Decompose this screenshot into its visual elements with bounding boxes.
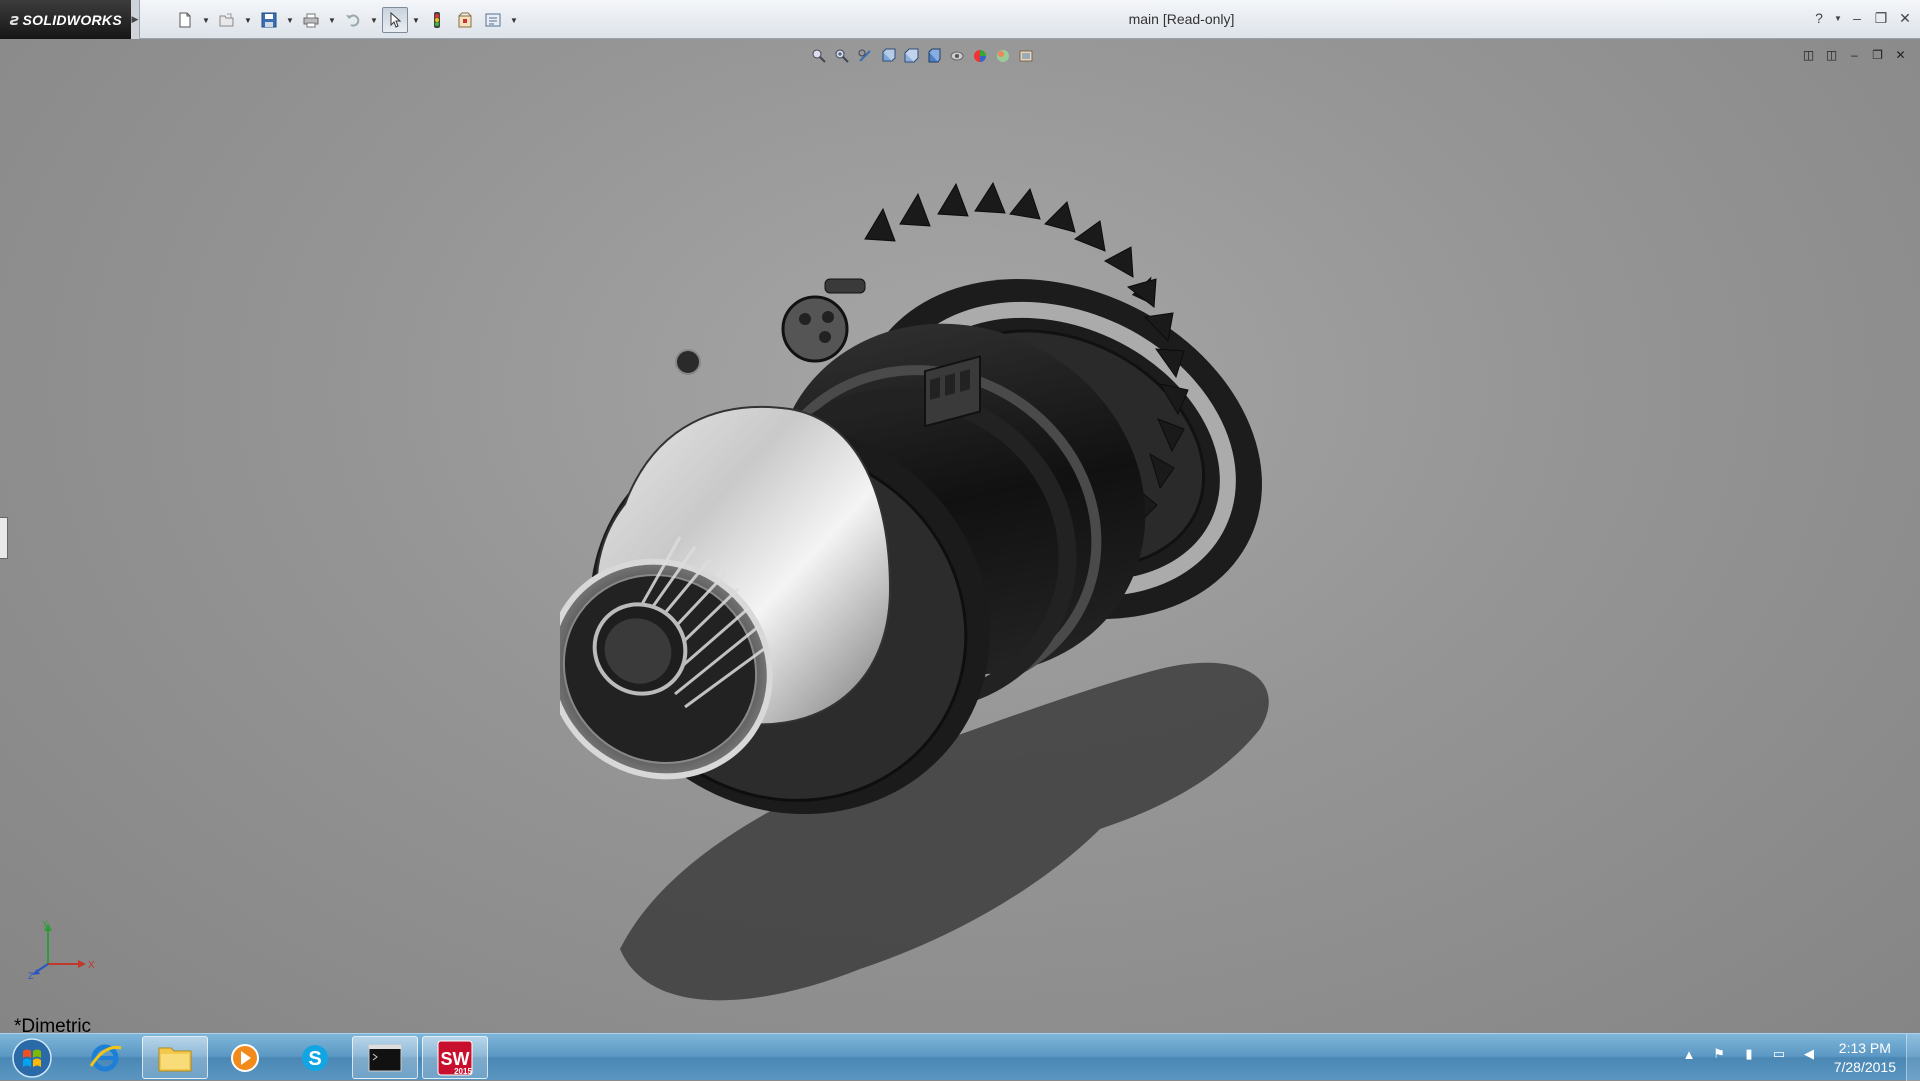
- clock-time: 2:13 PM: [1838, 1040, 1891, 1056]
- select-icon[interactable]: [382, 7, 408, 33]
- taskbar-pinned-apps: S SW 2015: [72, 1036, 488, 1079]
- system-clock[interactable]: 2:13 PM 7/28/2015: [1834, 1039, 1896, 1077]
- viewport-window-controls: ◫ ◫ – ❐ ✕: [1801, 47, 1908, 62]
- save-icon[interactable]: [256, 7, 282, 33]
- view-orientation-icon[interactable]: [902, 47, 920, 65]
- options-dropdown[interactable]: ▼: [508, 7, 520, 33]
- solidworks-taskbar-icon[interactable]: SW 2015: [422, 1036, 488, 1079]
- print-icon[interactable]: [298, 7, 324, 33]
- help-icon[interactable]: ?: [1810, 9, 1828, 27]
- new-document-icon[interactable]: [172, 7, 198, 33]
- network-icon[interactable]: ▭: [1770, 1045, 1788, 1063]
- show-desktop-button[interactable]: [1906, 1034, 1920, 1081]
- action-center-flag-icon[interactable]: ⚑: [1710, 1045, 1728, 1063]
- y-axis-label: Y: [42, 919, 48, 929]
- print-dropdown[interactable]: ▼: [326, 7, 338, 33]
- open-icon[interactable]: [214, 7, 240, 33]
- title-bar: ƨ SOLIDWORKS ▶ ▼ ▼ ▼ ▼ ▼ ▼ ▼ main [Read-…: [0, 0, 1920, 39]
- select-dropdown[interactable]: ▼: [410, 7, 422, 33]
- previous-view-icon[interactable]: [856, 47, 874, 65]
- zoom-to-area-icon[interactable]: [833, 47, 851, 65]
- brand-name: SOLIDWORKS: [22, 11, 122, 28]
- split-horizontal-icon[interactable]: ◫: [1801, 47, 1816, 62]
- save-dropdown[interactable]: ▼: [284, 7, 296, 33]
- restore-icon[interactable]: ❐: [1872, 9, 1890, 27]
- heads-up-view-toolbar: [810, 47, 1035, 65]
- window-controls: ? ▼ – ❐ ✕: [1810, 9, 1914, 27]
- ds-logo-icon: ƨ: [10, 10, 20, 29]
- options-icon[interactable]: [480, 7, 506, 33]
- viewport-close-icon[interactable]: ✕: [1893, 47, 1908, 62]
- svg-text:S: S: [308, 1048, 321, 1070]
- view-settings-icon[interactable]: [1017, 47, 1035, 65]
- windows-taskbar: S SW 2015 ▲ ⚑ ▮ ▭ ◀ 2:13 PM 7/28/2015: [0, 1033, 1920, 1081]
- quick-access-toolbar: ▼ ▼ ▼ ▼ ▼ ▼ ▼: [172, 7, 520, 33]
- section-view-icon[interactable]: [879, 47, 897, 65]
- graphics-area[interactable]: ◫ ◫ – ❐ ✕ Y X Z *Dimetric: [0, 39, 1920, 1037]
- rebuild-icon[interactable]: [424, 7, 450, 33]
- display-style-icon[interactable]: [925, 47, 943, 65]
- new-document-dropdown[interactable]: ▼: [200, 7, 212, 33]
- internet-explorer-icon[interactable]: [72, 1036, 138, 1079]
- open-dropdown[interactable]: ▼: [242, 7, 254, 33]
- windows-logo-icon: [12, 1037, 52, 1078]
- undo-icon[interactable]: [340, 7, 366, 33]
- show-hidden-icons-icon[interactable]: ▲: [1680, 1045, 1698, 1063]
- file-properties-icon[interactable]: [452, 7, 478, 33]
- volume-icon[interactable]: ◀: [1800, 1045, 1818, 1063]
- start-button[interactable]: [4, 1036, 60, 1079]
- file-explorer-icon[interactable]: [142, 1036, 208, 1079]
- edit-appearance-icon[interactable]: [971, 47, 989, 65]
- split-vertical-icon[interactable]: ◫: [1824, 47, 1839, 62]
- zoom-to-fit-icon[interactable]: [810, 47, 828, 65]
- undo-dropdown[interactable]: ▼: [368, 7, 380, 33]
- z-axis-label: Z: [28, 971, 34, 979]
- x-axis-label: X: [88, 960, 95, 971]
- feature-manager-expand-handle[interactable]: [0, 517, 8, 559]
- reference-triad: Y X Z: [28, 919, 95, 979]
- svg-text:SW: SW: [441, 1049, 470, 1069]
- viewport-restore-icon[interactable]: ❐: [1870, 47, 1885, 62]
- solidworks-logo[interactable]: ƨ SOLIDWORKS: [0, 0, 131, 39]
- apply-scene-icon[interactable]: [994, 47, 1012, 65]
- clock-date: 7/28/2015: [1833, 1059, 1896, 1075]
- skype-icon[interactable]: S: [282, 1036, 348, 1079]
- help-dropdown[interactable]: ▼: [1834, 9, 1842, 27]
- document-title-label: main [Read-only]: [1128, 11, 1235, 27]
- menu-expand-arrow[interactable]: ▶: [131, 0, 140, 39]
- hide-show-items-icon[interactable]: [948, 47, 966, 65]
- minimize-icon[interactable]: –: [1848, 9, 1866, 27]
- turbine-engine-model[interactable]: [560, 169, 1380, 1019]
- media-player-icon[interactable]: [212, 1036, 278, 1079]
- system-tray: ▲ ⚑ ▮ ▭ ◀: [1680, 1045, 1818, 1063]
- command-prompt-icon[interactable]: [352, 1036, 418, 1079]
- viewport-minimize-icon[interactable]: –: [1847, 47, 1862, 62]
- power-icon[interactable]: ▮: [1740, 1045, 1758, 1063]
- solidworks-version-badge: 2015: [454, 1067, 472, 1076]
- close-icon[interactable]: ✕: [1896, 9, 1914, 27]
